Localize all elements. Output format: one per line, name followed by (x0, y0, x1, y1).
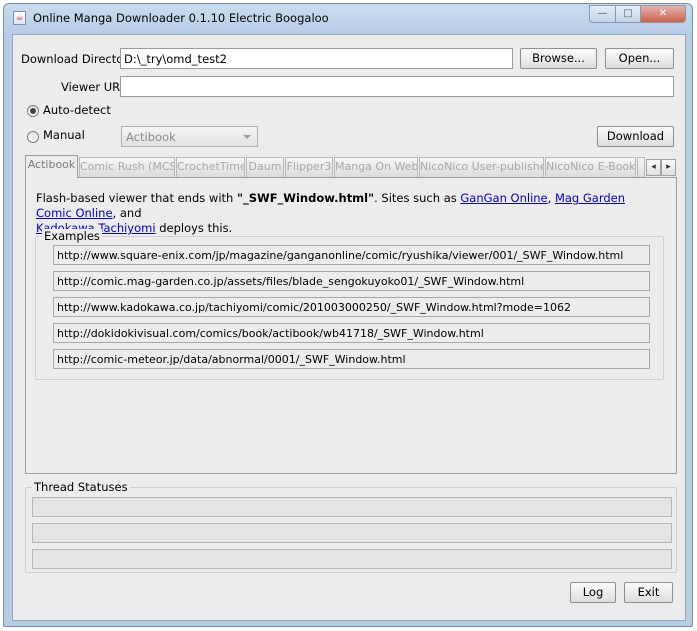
examples-group: Examples http://www.square-enix.com/jp/m… (35, 229, 664, 380)
open-button[interactable]: Open... (605, 48, 674, 69)
tab-flipper3[interactable]: Flipper3 (285, 157, 333, 177)
tab-crochettime[interactable]: CrochetTime (176, 157, 245, 177)
download-directory-label: Download Directory (21, 52, 135, 66)
description-filename: "_SWF_Window.html" (236, 191, 375, 205)
thread-status-bar (32, 549, 672, 569)
maximize-button[interactable]: □ (615, 5, 641, 23)
actibook-description: Flash-based viewer that ends with "_SWF_… (36, 191, 656, 236)
tab-actibook[interactable]: Actibook (25, 155, 78, 178)
auto-detect-label: Auto-detect (43, 103, 111, 117)
site-tab-strip: Actibook Comic Rush (MCS) CrochetTime Da… (25, 155, 679, 178)
chevron-down-icon (243, 135, 251, 139)
example-url-field[interactable]: http://dokidokivisual.com/comics/book/ac… (53, 323, 650, 343)
browse-button[interactable]: Browse... (520, 48, 597, 69)
tab-daum[interactable]: Daum (246, 157, 284, 177)
tab-overflow[interactable] (637, 157, 645, 177)
manual-site-select-value: Actibook (126, 130, 176, 144)
thread-statuses-group: Thread Statuses (25, 480, 677, 573)
tab-niconico-e-books[interactable]: NicoNico E-Books (545, 157, 636, 177)
example-url-field[interactable]: http://comic-meteor.jp/data/abnormal/000… (53, 349, 650, 369)
actibook-tab-panel: Flash-based viewer that ends with "_SWF_… (25, 177, 677, 474)
example-url-field[interactable]: http://www.kadokawa.co.jp/tachiyomi/comi… (53, 297, 650, 317)
exit-button[interactable]: Exit (624, 582, 673, 603)
title-bar[interactable]: ☕ Online Manga Downloader 0.1.10 Electri… (4, 4, 692, 32)
description-separator: , (547, 191, 555, 205)
download-button[interactable]: Download (597, 126, 674, 147)
app-window: ☕ Online Manga Downloader 0.1.10 Electri… (3, 3, 693, 627)
description-separator: , and (112, 206, 142, 220)
gangan-online-link[interactable]: GanGan Online (460, 191, 547, 205)
description-text: deploys this. (155, 221, 233, 235)
close-button[interactable]: ✕ (640, 5, 686, 23)
log-button[interactable]: Log (570, 582, 616, 603)
tab-comic-rush[interactable]: Comic Rush (MCS) (79, 157, 175, 177)
manual-site-select[interactable]: Actibook (121, 126, 258, 147)
manual-label: Manual (43, 128, 85, 142)
example-url-field[interactable]: http://comic.mag-garden.co.jp/assets/fil… (53, 271, 650, 291)
minimize-button[interactable]: — (589, 5, 616, 23)
radio-selected-dot (30, 108, 36, 114)
tab-manga-on-web[interactable]: Manga On Web (334, 157, 418, 177)
tab-niconico-user-published[interactable]: NicoNico User-published (419, 157, 544, 177)
manual-radio[interactable] (27, 131, 39, 143)
thread-status-bar (32, 497, 672, 517)
viewer-url-label: Viewer URL (61, 80, 127, 94)
thread-statuses-label: Thread Statuses (32, 480, 130, 494)
auto-detect-radio[interactable] (27, 105, 39, 117)
example-url-field[interactable]: http://www.square-enix.com/jp/magazine/g… (53, 245, 650, 265)
java-app-icon: ☕ (13, 11, 26, 25)
viewer-url-input[interactable] (120, 76, 674, 97)
thread-status-bar (32, 523, 672, 543)
description-text: . Sites such as (374, 191, 461, 205)
tab-scroll-left-icon[interactable]: ◂ (646, 159, 661, 176)
examples-label: Examples (42, 229, 102, 243)
description-text: Flash-based viewer that ends with (36, 191, 237, 205)
download-directory-input[interactable]: D:\_try\omd_test2 (120, 48, 513, 69)
tab-scroll-right-icon[interactable]: ▸ (661, 159, 676, 176)
window-title: Online Manga Downloader 0.1.10 Electric … (33, 11, 329, 25)
main-content: Download Directory D:\_try\omd_test2 Bro… (12, 34, 686, 621)
